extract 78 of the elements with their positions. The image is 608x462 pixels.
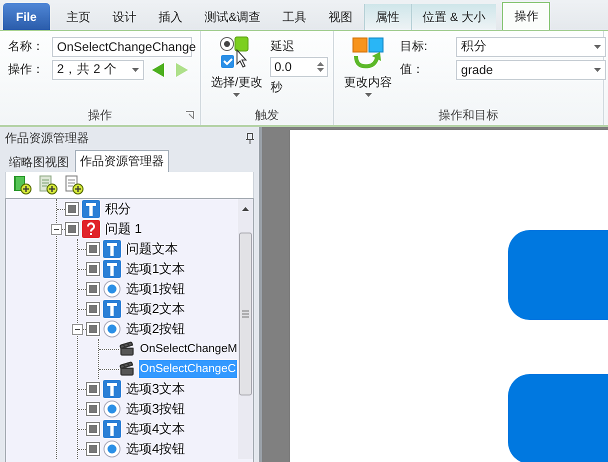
group-label: 操作和目标 <box>438 106 498 124</box>
text-type-icon <box>82 200 100 218</box>
tree-item[interactable]: 问题文本 <box>124 240 180 258</box>
text-type-icon <box>103 300 121 318</box>
collapse-toggle[interactable] <box>51 224 62 234</box>
ribbon-tab[interactable]: 主页 <box>56 4 102 30</box>
caret-icon <box>132 68 139 72</box>
checkbox-icon[interactable] <box>86 402 100 416</box>
panel-tab[interactable]: 缩略图视图 <box>5 152 73 172</box>
add-book-icon[interactable] <box>12 175 32 195</box>
checkbox-icon[interactable] <box>86 262 100 276</box>
ribbon-tab[interactable]: 操作 <box>502 2 550 30</box>
caret-icon <box>364 93 372 97</box>
radio-icon <box>103 320 121 338</box>
checkbox-icon[interactable] <box>65 222 79 236</box>
panel-title: 作品资源管理器 <box>5 130 89 146</box>
ribbon-tab[interactable]: File <box>3 3 50 30</box>
tree-item[interactable]: 选项1按钮 <box>124 280 188 298</box>
radio-icon <box>103 440 121 458</box>
radio-icon <box>103 280 121 298</box>
checkbox-icon[interactable] <box>86 282 100 296</box>
tree-item[interactable]: 选项3文本 <box>124 380 188 398</box>
caret-icon <box>233 93 240 97</box>
ribbon-tab[interactable]: 插入 <box>148 4 194 30</box>
checkbox-icon[interactable] <box>65 202 79 216</box>
tree-item[interactable]: 选项2文本 <box>124 300 188 318</box>
panel-tab[interactable]: 作品资源管理器 <box>75 150 169 172</box>
group-label: 触发 <box>255 106 279 124</box>
dialog-launcher-icon[interactable] <box>186 111 194 119</box>
ribbon-tab[interactable]: 位置 & 大小 <box>410 4 496 30</box>
caret-icon <box>594 68 601 72</box>
field-label: 目标: <box>400 38 428 55</box>
field-label: 延迟 <box>270 38 296 55</box>
ribbon-tab[interactable]: 视图 <box>318 4 364 30</box>
checkbox-icon[interactable] <box>86 382 100 396</box>
field-label: 名称： <box>8 38 45 55</box>
field-label: 值： <box>400 61 425 78</box>
pin-icon[interactable] <box>246 132 254 144</box>
text-type-icon <box>103 380 121 398</box>
change-content-button[interactable]: 更改内容 <box>342 36 394 105</box>
caret-icon <box>594 44 601 48</box>
checkbox-icon[interactable] <box>86 302 100 316</box>
add-page-icon[interactable] <box>38 175 58 195</box>
question-icon <box>82 220 100 238</box>
group-label: 操作 <box>88 106 112 124</box>
target-dropdown[interactable]: 积分 <box>456 36 606 56</box>
checkbox-icon[interactable] <box>86 422 100 436</box>
tree-item[interactable]: 选项4文本 <box>124 420 188 438</box>
checkbox-icon[interactable] <box>86 442 100 456</box>
ribbon-tab[interactable]: 设计 <box>102 4 148 30</box>
ribbon-tab[interactable]: 工具 <box>272 4 318 30</box>
checkbox-icon[interactable] <box>86 242 100 256</box>
text-type-icon <box>103 240 121 258</box>
step-dropdown[interactable]: 2，共 2 个 <box>52 60 144 80</box>
select-change-button[interactable]: 选择/更改 <box>209 36 264 105</box>
clapperboard-icon <box>119 341 135 357</box>
collapse-toggle[interactable] <box>72 324 83 334</box>
tree-item[interactable]: 选项4按钮 <box>124 440 188 458</box>
delay-spin-field[interactable]: 0.0 <box>270 57 328 77</box>
text-type-icon <box>103 420 121 438</box>
ribbon-tab[interactable]: 测试&调查 <box>194 4 272 30</box>
tree-item[interactable]: 积分 <box>103 200 133 218</box>
radio-icon <box>103 400 121 418</box>
tree-item[interactable]: 选项2按钮 <box>124 320 188 338</box>
tree-item[interactable]: 问题 1 <box>103 220 144 238</box>
value-dropdown[interactable]: grade <box>456 60 606 80</box>
tree-item[interactable]: 选项3按钮 <box>124 400 188 418</box>
spin-arrows-icon[interactable] <box>317 61 324 73</box>
ribbon-tab[interactable]: 属性 <box>364 4 411 30</box>
checkbox-icon[interactable] <box>86 322 100 336</box>
text-type-icon <box>103 260 121 278</box>
field-label: 操作： <box>8 61 45 78</box>
add-document-icon[interactable] <box>64 175 84 195</box>
tree-item[interactable]: 选项1文本 <box>124 260 188 278</box>
clapperboard-icon <box>119 361 135 377</box>
unit-label: 秒 <box>270 79 284 96</box>
tree-item[interactable]: OnSelectChangeM <box>139 340 238 358</box>
scrollbar[interactable] <box>238 199 253 459</box>
